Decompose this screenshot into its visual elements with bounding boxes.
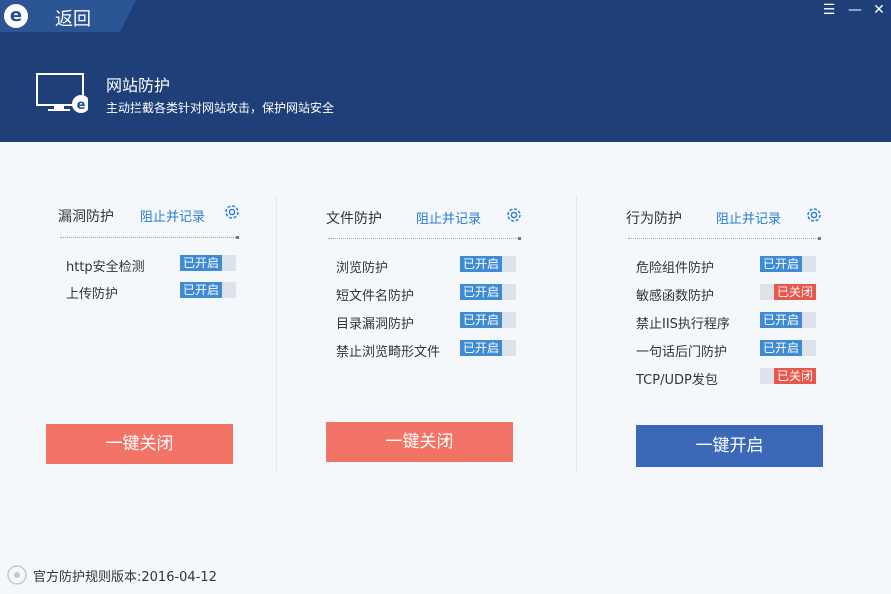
rule-toggle[interactable]: 已关闭 (760, 284, 816, 300)
toggle-state: 已开启 (760, 340, 802, 356)
close-icon[interactable]: ✕ (870, 2, 888, 18)
toggle-state: 已关闭 (774, 284, 816, 300)
toggle-state: 已开启 (180, 282, 222, 298)
rule-label: 禁止IIS执行程序 (636, 317, 730, 332)
gear-icon[interactable] (505, 206, 523, 224)
toggle-state: 已关闭 (774, 368, 816, 384)
panel-title-vulnerability: 漏洞防护 (58, 209, 114, 225)
rule-toggle[interactable]: 已开启 (460, 340, 516, 356)
section-separator (60, 236, 239, 239)
watermark-logo-icon (7, 565, 27, 585)
rule-toggle[interactable]: 已开启 (460, 312, 516, 328)
back-label: 返回 (55, 9, 91, 30)
rule-label: 上传防护 (66, 287, 119, 302)
disable-all-button[interactable]: 一键关闭 (326, 422, 513, 462)
gear-icon[interactable] (805, 206, 823, 224)
toggle-state: 已开启 (760, 256, 802, 272)
rule-label: 危险组件防护 (636, 261, 715, 276)
rule-label: TCP/UDP发包 (636, 373, 718, 388)
rule-label: 浏览防护 (336, 261, 389, 276)
toggle-state: 已开启 (760, 312, 802, 328)
gear-icon[interactable] (223, 203, 241, 221)
divider (576, 196, 577, 472)
toggle-state: 已开启 (460, 312, 502, 328)
rule-label: 敏感函数防护 (636, 289, 715, 304)
rule-toggle[interactable]: 已开启 (460, 284, 516, 300)
rule-toggle[interactable]: 已开启 (760, 256, 816, 272)
panel-title-file: 文件防护 (326, 211, 382, 227)
rule-label: 一句话后门防护 (636, 345, 728, 360)
menu-icon[interactable]: ☰ (820, 2, 838, 18)
svg-text:e: e (77, 98, 86, 113)
rule-label: 目录漏洞防护 (336, 317, 415, 332)
back-button[interactable]: e 返回 (0, 0, 136, 32)
app-logo-icon: e (4, 4, 28, 28)
rule-label: http安全检测 (66, 260, 145, 275)
rule-toggle[interactable]: 已开启 (180, 255, 236, 271)
rule-toggle[interactable]: 已开启 (760, 340, 816, 356)
monitor-shield-icon: e (36, 73, 88, 113)
rule-label: 禁止浏览畸形文件 (336, 345, 441, 360)
rules-version: 官方防护规则版本:2016-04-12 (33, 570, 217, 585)
enable-all-button[interactable]: 一键开启 (636, 425, 823, 467)
toggle-state: 已开启 (460, 256, 502, 272)
page-title: 网站防护 (106, 76, 171, 95)
disable-all-button[interactable]: 一键关闭 (46, 424, 233, 464)
rule-toggle[interactable]: 已开启 (460, 256, 516, 272)
panel-mode-link[interactable]: 阻止并记录 (416, 208, 481, 227)
panel-mode-link[interactable]: 阻止并记录 (140, 206, 205, 225)
section-separator (328, 237, 521, 240)
toggle-state: 已开启 (460, 340, 502, 356)
rule-label: 短文件名防护 (336, 289, 415, 304)
minimize-icon[interactable]: — (846, 2, 864, 18)
toggle-state: 已开启 (460, 284, 502, 300)
toggle-state: 已开启 (180, 255, 222, 271)
page-description: 主动拦截各类针对网站攻击，保护网站安全 (106, 101, 335, 115)
rule-toggle[interactable]: 已开启 (760, 312, 816, 328)
panel-title-behavior: 行为防护 (626, 211, 682, 227)
rule-toggle[interactable]: 已关闭 (760, 368, 816, 384)
divider (276, 196, 277, 472)
section-separator (628, 237, 821, 240)
panel-mode-link[interactable]: 阻止并记录 (716, 208, 781, 227)
rule-toggle[interactable]: 已开启 (180, 282, 236, 298)
